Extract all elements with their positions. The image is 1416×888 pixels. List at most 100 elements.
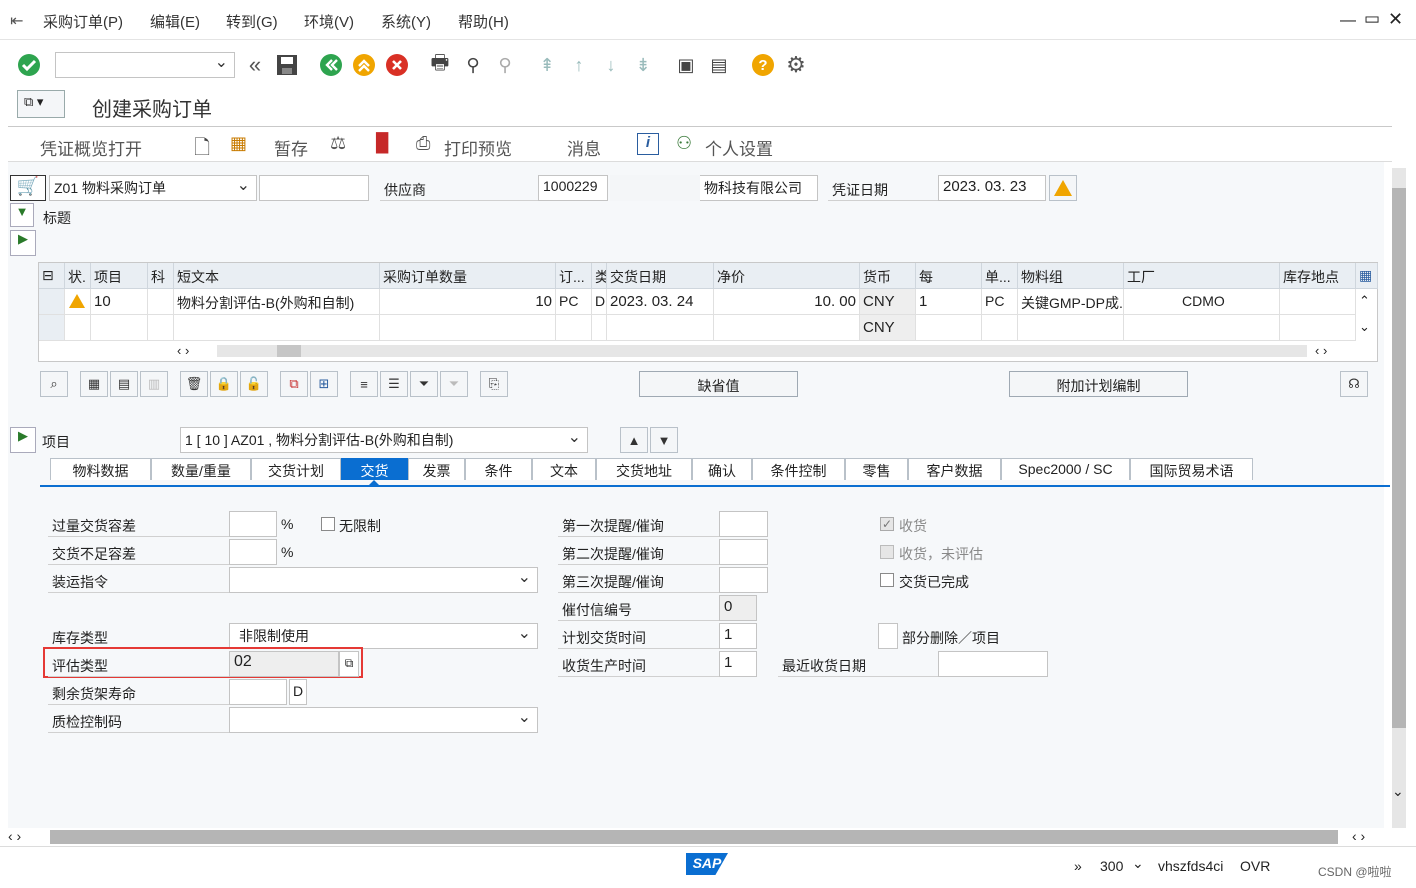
previous-page-icon[interactable]: ↑ xyxy=(566,52,592,78)
shelf-life-unit[interactable]: D xyxy=(289,679,307,705)
table-cell-quantity[interactable] xyxy=(380,315,556,341)
tab-texts[interactable]: 文本 xyxy=(532,458,596,480)
qm-control-key-select[interactable] xyxy=(229,707,538,733)
valuation-type-field[interactable]: 02 xyxy=(229,651,339,677)
table-cell-delivery-date[interactable]: 2023. 03. 24 xyxy=(607,289,714,315)
filter-icon[interactable]: ⏷ xyxy=(410,371,438,397)
tab-customer-data[interactable]: 客户数据 xyxy=(908,458,1001,480)
details-icon[interactable]: ⌕ xyxy=(40,371,68,397)
table-cell-storage-location[interactable] xyxy=(1280,289,1356,315)
menu-system[interactable]: 系统(Y) xyxy=(381,11,431,32)
table-cell-material-group[interactable] xyxy=(1018,315,1124,341)
find-next-icon[interactable]: ⚲ xyxy=(492,52,518,78)
tab-invoice[interactable]: 发票 xyxy=(408,458,465,480)
select-block-icon[interactable]: ▥ xyxy=(140,371,168,397)
enter-icon[interactable] xyxy=(16,52,42,78)
delivery-completed-checkbox[interactable] xyxy=(880,573,894,587)
deselect-all-icon[interactable]: ▤ xyxy=(110,371,138,397)
headset-icon[interactable]: ☊ xyxy=(1340,371,1368,397)
tab-condition-control[interactable]: 条件控制 xyxy=(752,458,845,480)
remaining-shelf-life-field[interactable] xyxy=(229,679,287,705)
personal-settings-button[interactable]: 个人设置 xyxy=(705,135,773,160)
menu-purchase-order[interactable]: 采购订单(P) xyxy=(43,11,123,32)
col-delivery-date[interactable]: 交货日期 xyxy=(607,263,714,289)
gr-non-valuated-checkbox[interactable] xyxy=(880,545,894,559)
save-icon[interactable] xyxy=(274,52,300,78)
menu-goto[interactable]: 转到(G) xyxy=(226,11,278,32)
main-scroll-right-icon[interactable]: ‹ › xyxy=(1352,828,1365,844)
table-cell-plant[interactable] xyxy=(1124,315,1280,341)
table-cell-item[interactable] xyxy=(91,315,148,341)
unlock-icon[interactable]: 🔓 xyxy=(240,371,268,397)
lock-icon[interactable]: 🔒 xyxy=(210,371,238,397)
insert-icon[interactable]: ⊞ xyxy=(310,371,338,397)
tab-spec2000[interactable]: Spec2000 / SC xyxy=(1001,458,1130,480)
tab-incoterms[interactable]: 国际贸易术语 xyxy=(1130,458,1253,480)
table-cell-per[interactable] xyxy=(916,315,982,341)
table-cell-storage-location[interactable] xyxy=(1280,315,1356,341)
info-icon[interactable]: i xyxy=(637,133,659,155)
table-cell-item[interactable]: 10 xyxy=(91,289,148,315)
table-cell-material-group[interactable]: 关键GMP-DP成... xyxy=(1018,289,1124,315)
col-item[interactable]: 项目 xyxy=(91,263,148,289)
hold-button[interactable]: 暂存 xyxy=(274,135,308,160)
status-expand-icon[interactable]: » xyxy=(1074,858,1082,874)
client-dropdown-icon[interactable]: ⌄ xyxy=(1132,855,1144,872)
col-status[interactable]: 状. xyxy=(65,263,91,289)
back-icon[interactable] xyxy=(318,52,344,78)
menu-exit-icon[interactable]: ⇤ xyxy=(10,11,23,31)
grid-scroll-down-icon[interactable]: ⌄ xyxy=(1359,319,1370,335)
grid-scroll-right-icon[interactable]: ‹ › xyxy=(1315,343,1327,358)
col-material-group[interactable]: 物料组 xyxy=(1018,263,1124,289)
table-cell-short-text[interactable]: 物料分割评估-B(外购和自制) xyxy=(174,289,380,315)
additional-planning-button[interactable]: 附加计划编制 xyxy=(1009,371,1188,397)
table-cell-net-price[interactable] xyxy=(714,315,860,341)
tab-delivery-schedule[interactable]: 交货计划 xyxy=(251,458,341,480)
table-cell-currency[interactable]: CNY xyxy=(860,315,916,341)
table-cell-per[interactable]: 1 xyxy=(916,289,982,315)
filter-delete-icon[interactable]: ⏷ xyxy=(440,371,468,397)
po-number-field[interactable] xyxy=(259,175,369,201)
table-cell-order-unit[interactable] xyxy=(556,315,592,341)
col-per[interactable]: 每 xyxy=(916,263,982,289)
tab-confirmations[interactable]: 确认 xyxy=(692,458,752,480)
sort-ascending-icon[interactable]: ≡ xyxy=(350,371,378,397)
table-cell-account[interactable] xyxy=(148,315,174,341)
col-plant[interactable]: 工厂 xyxy=(1124,263,1280,289)
planned-delivery-time-field[interactable]: 1 xyxy=(719,623,757,649)
document-date-field[interactable]: 2023. 03. 23 xyxy=(938,175,1046,201)
next-page-icon[interactable]: ↓ xyxy=(598,52,624,78)
print-preview-icon[interactable]: ⎙ xyxy=(416,133,430,154)
main-scroll-down-icon[interactable]: ⌄ xyxy=(1392,783,1404,800)
table-cell-order-unit[interactable]: PC xyxy=(556,289,592,315)
last-gr-date-field[interactable] xyxy=(938,651,1048,677)
print-preview-button[interactable]: 打印预览 xyxy=(444,135,512,160)
main-horizontal-scrollbar[interactable] xyxy=(50,830,1338,844)
stock-type-select[interactable]: 非限制使用 xyxy=(229,623,538,649)
exit-icon[interactable] xyxy=(351,52,377,78)
header-expand-icon[interactable]: ▼ xyxy=(10,203,34,227)
document-type-select[interactable]: Z01 物料采购订单 xyxy=(49,175,257,201)
partial-delete-field[interactable] xyxy=(878,623,898,649)
minimize-icon[interactable]: — xyxy=(1340,12,1356,30)
client-number[interactable]: 300 xyxy=(1100,858,1123,874)
col-account[interactable]: 科 xyxy=(148,263,174,289)
grid-scroll-left-icon[interactable]: ‹ › xyxy=(177,343,189,358)
row-selector[interactable] xyxy=(39,315,65,341)
next-item-icon[interactable]: ▼ xyxy=(650,427,678,453)
first-page-icon[interactable]: ⇞ xyxy=(534,52,560,78)
column-config-icon[interactable]: ▦ xyxy=(1356,263,1378,289)
col-order-unit[interactable]: 订... xyxy=(556,263,592,289)
delete-icon[interactable]: 🗑 xyxy=(180,371,208,397)
grid-scroll-up-icon[interactable]: ⌃ xyxy=(1359,293,1370,309)
second-reminder-field[interactable] xyxy=(719,539,768,565)
screen-menu-icon[interactable]: ⧉ ▾ xyxy=(17,90,65,118)
row-selector[interactable] xyxy=(39,289,65,315)
item-overview-expand-icon[interactable]: ▶ xyxy=(10,230,36,256)
overdelivery-tolerance-field[interactable] xyxy=(229,511,277,537)
command-field[interactable] xyxy=(55,52,235,78)
tab-material-data[interactable]: 物料数据 xyxy=(50,458,151,480)
col-unit[interactable]: 单... xyxy=(982,263,1018,289)
menu-edit[interactable]: 编辑(E) xyxy=(150,11,200,32)
table-cell-account[interactable] xyxy=(148,289,174,315)
